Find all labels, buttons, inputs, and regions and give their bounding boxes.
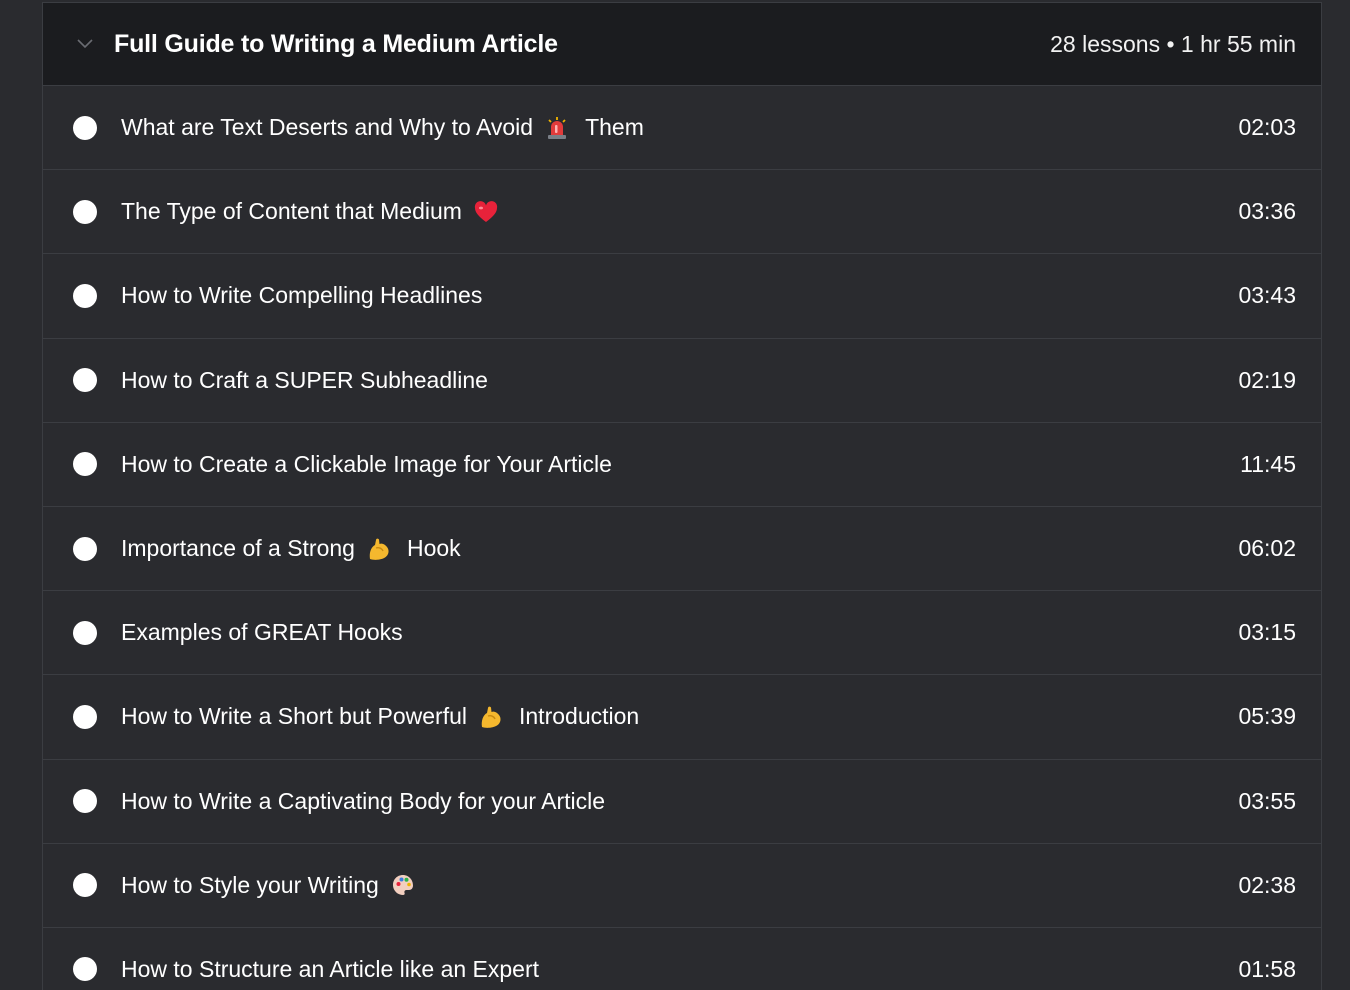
siren-icon <box>543 114 571 142</box>
lesson-status-radio[interactable] <box>73 873 97 898</box>
course-curriculum-page: Full Guide to Writing a Medium Article 2… <box>0 0 1350 990</box>
lesson-duration: 05:39 <box>1238 703 1296 730</box>
lesson-title-text: How to Craft a SUPER Subheadline <box>121 366 488 393</box>
lesson-status-radio[interactable] <box>73 452 97 477</box>
lesson-duration: 01:58 <box>1238 955 1296 982</box>
module-title: Full Guide to Writing a Medium Article <box>114 29 558 58</box>
lesson-title[interactable]: How to Write a Short but Powerful Introdu… <box>121 703 1238 731</box>
chevron-down-icon[interactable] <box>76 35 94 53</box>
lesson-status-radio[interactable] <box>73 283 97 308</box>
lesson-title[interactable]: How to Write Compelling Headlines <box>121 282 1238 309</box>
lesson-title[interactable]: What are Text Deserts and Why to Avoid Th… <box>121 114 1238 142</box>
palette-icon <box>389 871 417 899</box>
lesson-duration: 03:43 <box>1238 282 1296 309</box>
module-meta: 28 lessons • 1 hr 55 min <box>1050 30 1296 57</box>
lesson-status-radio[interactable] <box>73 704 97 729</box>
lesson-title-text: How to Write a Captivating Body for your… <box>121 787 606 814</box>
lesson-title[interactable]: Examples of GREAT Hooks <box>121 619 1238 646</box>
lesson-title-text-suffix: Introduction <box>519 703 640 730</box>
lesson-duration: 02:38 <box>1238 871 1296 898</box>
course-module: Full Guide to Writing a Medium Article 2… <box>42 2 1322 990</box>
lesson-duration: 03:55 <box>1238 787 1296 814</box>
lesson-title-text: The Type of Content that Medium <box>121 198 462 225</box>
lesson-title[interactable]: The Type of Content that Medium <box>121 198 1238 226</box>
lesson-title[interactable]: Importance of a Strong Hook <box>121 535 1238 563</box>
lesson-title-text: Importance of a Strong <box>121 535 355 562</box>
lesson-status-radio[interactable] <box>73 620 97 645</box>
lesson-status-radio[interactable] <box>73 199 97 224</box>
lesson-title[interactable]: How to Style your Writing <box>121 871 1238 899</box>
lesson-title-text-suffix: Them <box>585 114 644 141</box>
lesson-duration: 06:02 <box>1238 535 1296 562</box>
lesson-duration: 02:19 <box>1238 366 1296 393</box>
lesson-title[interactable]: How to Write a Captivating Body for your… <box>121 788 1238 815</box>
heart-icon <box>472 198 500 226</box>
lesson-row[interactable]: How to Write a Short but Powerful Introdu… <box>43 675 1321 760</box>
lesson-list: What are Text Deserts and Why to Avoid Th… <box>43 86 1321 990</box>
lesson-duration: 03:15 <box>1238 619 1296 646</box>
lesson-title-text: What are Text Deserts and Why to Avoid <box>121 114 534 141</box>
lesson-status-radio[interactable] <box>73 789 97 814</box>
lesson-status-radio[interactable] <box>73 115 97 140</box>
lesson-title[interactable]: How to Craft a SUPER Subheadline <box>121 367 1238 394</box>
lesson-title[interactable]: How to Structure an Article like an Expe… <box>121 956 1238 983</box>
lesson-row[interactable]: How to Create a Clickable Image for Your… <box>43 423 1321 507</box>
lesson-row[interactable]: Importance of a Strong Hook 06:02 <box>43 507 1321 592</box>
lesson-row[interactable]: Examples of GREAT Hooks 03:15 <box>43 591 1321 676</box>
flexed-biceps-icon <box>477 703 505 731</box>
module-header[interactable]: Full Guide to Writing a Medium Article 2… <box>43 2 1321 86</box>
lesson-row[interactable]: How to Write a Captivating Body for your… <box>43 760 1321 844</box>
lesson-title-text: How to Structure an Article like an Expe… <box>121 955 540 982</box>
lesson-title-text: How to Style your Writing <box>121 871 379 898</box>
lesson-title-text: How to Write Compelling Headlines <box>121 282 483 309</box>
lesson-row[interactable]: How to Structure an Article like an Expe… <box>43 928 1321 990</box>
lesson-title-text: How to Create a Clickable Image for Your… <box>121 450 612 477</box>
lesson-title-text: How to Write a Short but Powerful <box>121 703 467 730</box>
lesson-title[interactable]: How to Create a Clickable Image for Your… <box>121 451 1240 478</box>
lesson-row[interactable]: How to Write Compelling Headlines 03:43 <box>43 254 1321 339</box>
lesson-row[interactable]: How to Craft a SUPER Subheadline 02:19 <box>43 339 1321 423</box>
lesson-title-text: Examples of GREAT Hooks <box>121 619 403 646</box>
lesson-row[interactable]: What are Text Deserts and Why to Avoid Th… <box>43 86 1321 171</box>
lesson-row[interactable]: The Type of Content that Medium 03:36 <box>43 170 1321 255</box>
lesson-duration: 11:45 <box>1240 450 1296 477</box>
lesson-title-text-suffix: Hook <box>406 535 461 562</box>
lesson-status-radio[interactable] <box>73 957 97 982</box>
lesson-duration: 02:03 <box>1238 114 1296 141</box>
lesson-status-radio[interactable] <box>73 368 97 393</box>
lesson-row[interactable]: How to Style your Writing 02:38 <box>43 844 1321 928</box>
lesson-duration: 03:36 <box>1238 198 1296 225</box>
flexed-biceps-icon <box>365 535 393 563</box>
lesson-status-radio[interactable] <box>73 536 97 561</box>
